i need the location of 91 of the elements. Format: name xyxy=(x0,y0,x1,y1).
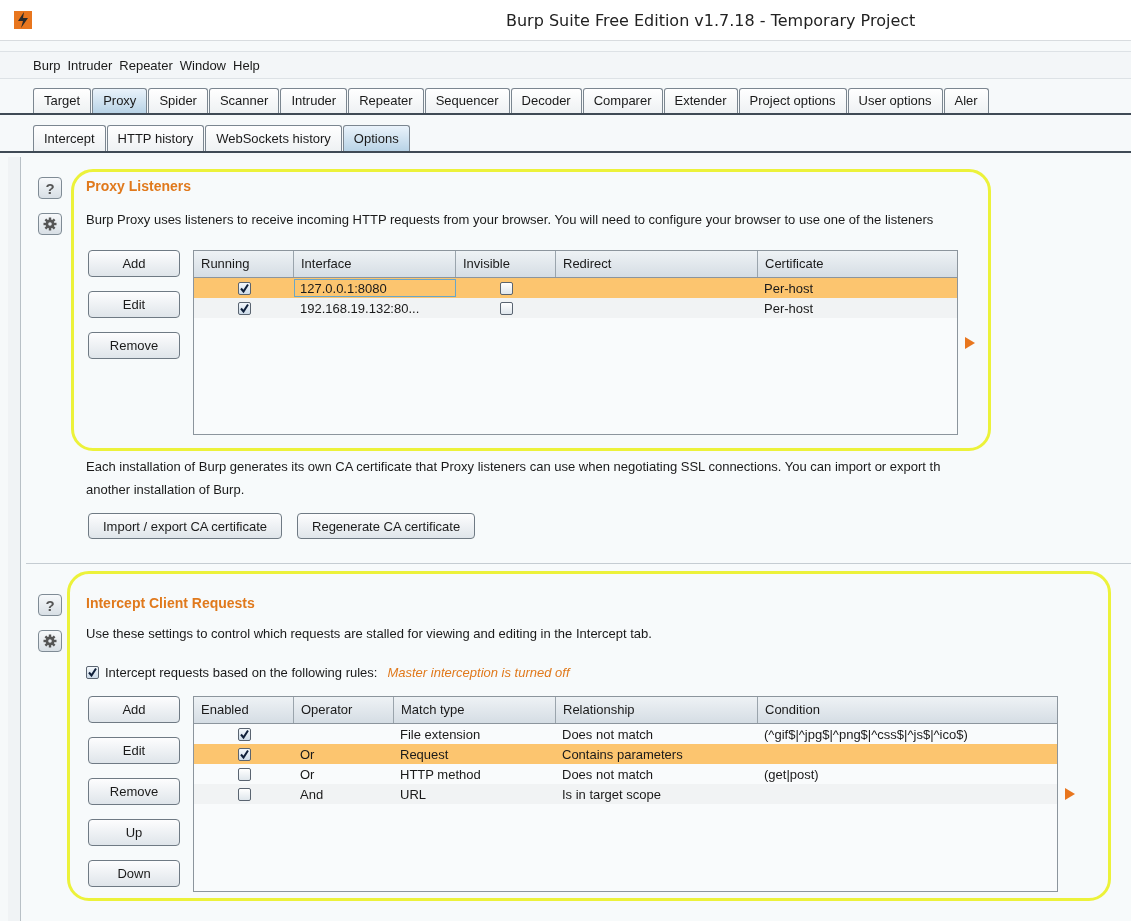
column-header[interactable]: Enabled xyxy=(194,697,294,723)
table-cell: Or xyxy=(300,746,315,762)
column-header[interactable]: Certificate xyxy=(758,251,957,277)
button[interactable]: Remove xyxy=(88,778,180,805)
menu-item[interactable]: Intruder xyxy=(67,57,113,73)
menu-item[interactable]: Repeater xyxy=(119,57,173,73)
button[interactable]: Up xyxy=(88,819,180,846)
tab[interactable]: Project options xyxy=(738,88,847,113)
table-row[interactable]: Or Request Contains parameters xyxy=(194,744,1057,764)
column-header[interactable]: Match type xyxy=(394,697,556,723)
column-header[interactable]: Relationship xyxy=(556,697,758,723)
checkbox[interactable] xyxy=(499,301,513,315)
tab[interactable]: Proxy xyxy=(92,88,148,113)
button[interactable]: Add xyxy=(88,696,180,723)
button[interactable]: Add xyxy=(88,250,180,277)
tab[interactable]: Aler xyxy=(943,88,989,113)
tab[interactable]: Target xyxy=(33,88,92,113)
help-button[interactable]: ? xyxy=(38,594,62,616)
checkbox[interactable] xyxy=(237,767,251,781)
tab[interactable]: Comparer xyxy=(582,88,663,113)
column-header[interactable]: Running xyxy=(194,251,294,277)
tab[interactable]: User options xyxy=(847,88,943,113)
column-header[interactable]: Interface xyxy=(294,251,456,277)
status-note: Master interception is turned off xyxy=(387,665,570,680)
table-cell: And xyxy=(300,786,324,802)
tab[interactable]: Intercept xyxy=(33,125,106,151)
checkbox[interactable] xyxy=(237,747,251,761)
menu-item[interactable]: Window xyxy=(179,57,226,73)
settings-button[interactable] xyxy=(38,630,62,652)
column-header[interactable]: Invisible xyxy=(456,251,556,277)
menu-item[interactable]: Burp xyxy=(33,57,61,73)
table-cell: Request xyxy=(400,746,449,762)
tab[interactable]: Scanner xyxy=(208,88,280,113)
table-row[interactable]: And URL Is in target scope xyxy=(194,784,1057,804)
button[interactable]: Import / export CA certificate xyxy=(88,513,282,539)
arrow-icon xyxy=(965,336,975,349)
checkbox[interactable] xyxy=(237,727,251,741)
table-cell: Does not match xyxy=(562,766,654,782)
tab[interactable]: Extender xyxy=(663,88,738,113)
tab[interactable]: WebSockets history xyxy=(205,125,342,151)
checkbox[interactable] xyxy=(237,787,251,801)
checkbox-label: Intercept requests based on the following rules: xyxy=(105,665,378,680)
table-row[interactable]: 192.168.19.132:80... Per-host xyxy=(194,298,957,318)
button[interactable]: Regenerate CA certificate xyxy=(297,513,476,539)
settings-icon xyxy=(43,217,57,231)
table-cell: File extension xyxy=(400,726,481,742)
tab[interactable]: Decoder xyxy=(510,88,582,113)
settings-icon xyxy=(43,634,57,648)
table-cell: Is in target scope xyxy=(562,786,661,802)
button[interactable]: Edit xyxy=(88,291,180,318)
tab[interactable]: Repeater xyxy=(348,88,424,113)
table-row[interactable]: File extension Does not match (^gif$|^jpg$|^png$|^css$|^js$|^ico$) xyxy=(194,724,1057,744)
table-row[interactable]: Or HTTP method Does not match (get|post) xyxy=(194,764,1057,784)
button[interactable]: Remove xyxy=(88,332,180,359)
help-button[interactable]: ? xyxy=(38,177,62,199)
window-title: Burp Suite Free Edition v1.7.18 - Temporary Project xyxy=(506,10,916,30)
menu-item[interactable]: Help xyxy=(233,57,260,73)
checkbox[interactable] xyxy=(499,281,513,295)
table-cell: (get|post) xyxy=(764,766,819,782)
section-description: Use these settings to control which requests are stalled for viewing and editing in the Intercept tab. xyxy=(86,626,653,642)
table-cell: (^gif$|^jpg$|^png$|^css$|^js$|^ico$) xyxy=(764,726,968,742)
tab[interactable]: Options xyxy=(342,125,410,151)
checkbox[interactable] xyxy=(237,301,251,315)
tab[interactable]: HTTP history xyxy=(106,125,205,151)
checkbox[interactable] xyxy=(237,281,251,295)
table-cell: Per-host xyxy=(764,300,814,316)
column-header[interactable]: Redirect xyxy=(556,251,758,277)
table-cell: URL xyxy=(400,786,426,802)
section-heading: Proxy Listeners xyxy=(86,177,193,195)
table-cell: Or xyxy=(300,766,315,782)
app-logo-icon xyxy=(14,11,32,29)
tab[interactable]: Spider xyxy=(148,88,208,113)
button[interactable]: Down xyxy=(88,860,180,887)
column-header[interactable]: Condition xyxy=(758,697,1057,723)
arrow-icon xyxy=(1065,788,1075,800)
table-cell: 127.0.0.1:8080 xyxy=(294,279,456,297)
section-description: Burp Proxy uses listeners to receive incoming HTTP requests from your browser. You will need to configure your browser to use one of the listeners xyxy=(86,212,935,228)
tab[interactable]: Intruder xyxy=(280,88,348,113)
table-cell: Contains parameters xyxy=(562,746,683,762)
column-header[interactable]: Operator xyxy=(294,697,394,723)
section-heading: Intercept Client Requests xyxy=(86,594,256,612)
table-cell: HTTP method xyxy=(400,766,481,782)
table-row[interactable]: 127.0.0.1:8080 Per-host xyxy=(194,278,957,298)
tab[interactable]: Sequencer xyxy=(424,88,510,113)
button[interactable]: Edit xyxy=(88,737,180,764)
info-paragraph: Each installation of Burp generates its own CA certificate that Proxy listeners can use when negotiating SSL connections. You can import or export th another installation of Burp. xyxy=(86,458,942,499)
settings-button[interactable] xyxy=(38,213,62,235)
checkbox[interactable] xyxy=(86,666,99,679)
table-cell: Per-host xyxy=(764,280,814,296)
table-cell: Does not match xyxy=(562,726,654,742)
table-cell: 192.168.19.132:80... xyxy=(300,300,420,316)
